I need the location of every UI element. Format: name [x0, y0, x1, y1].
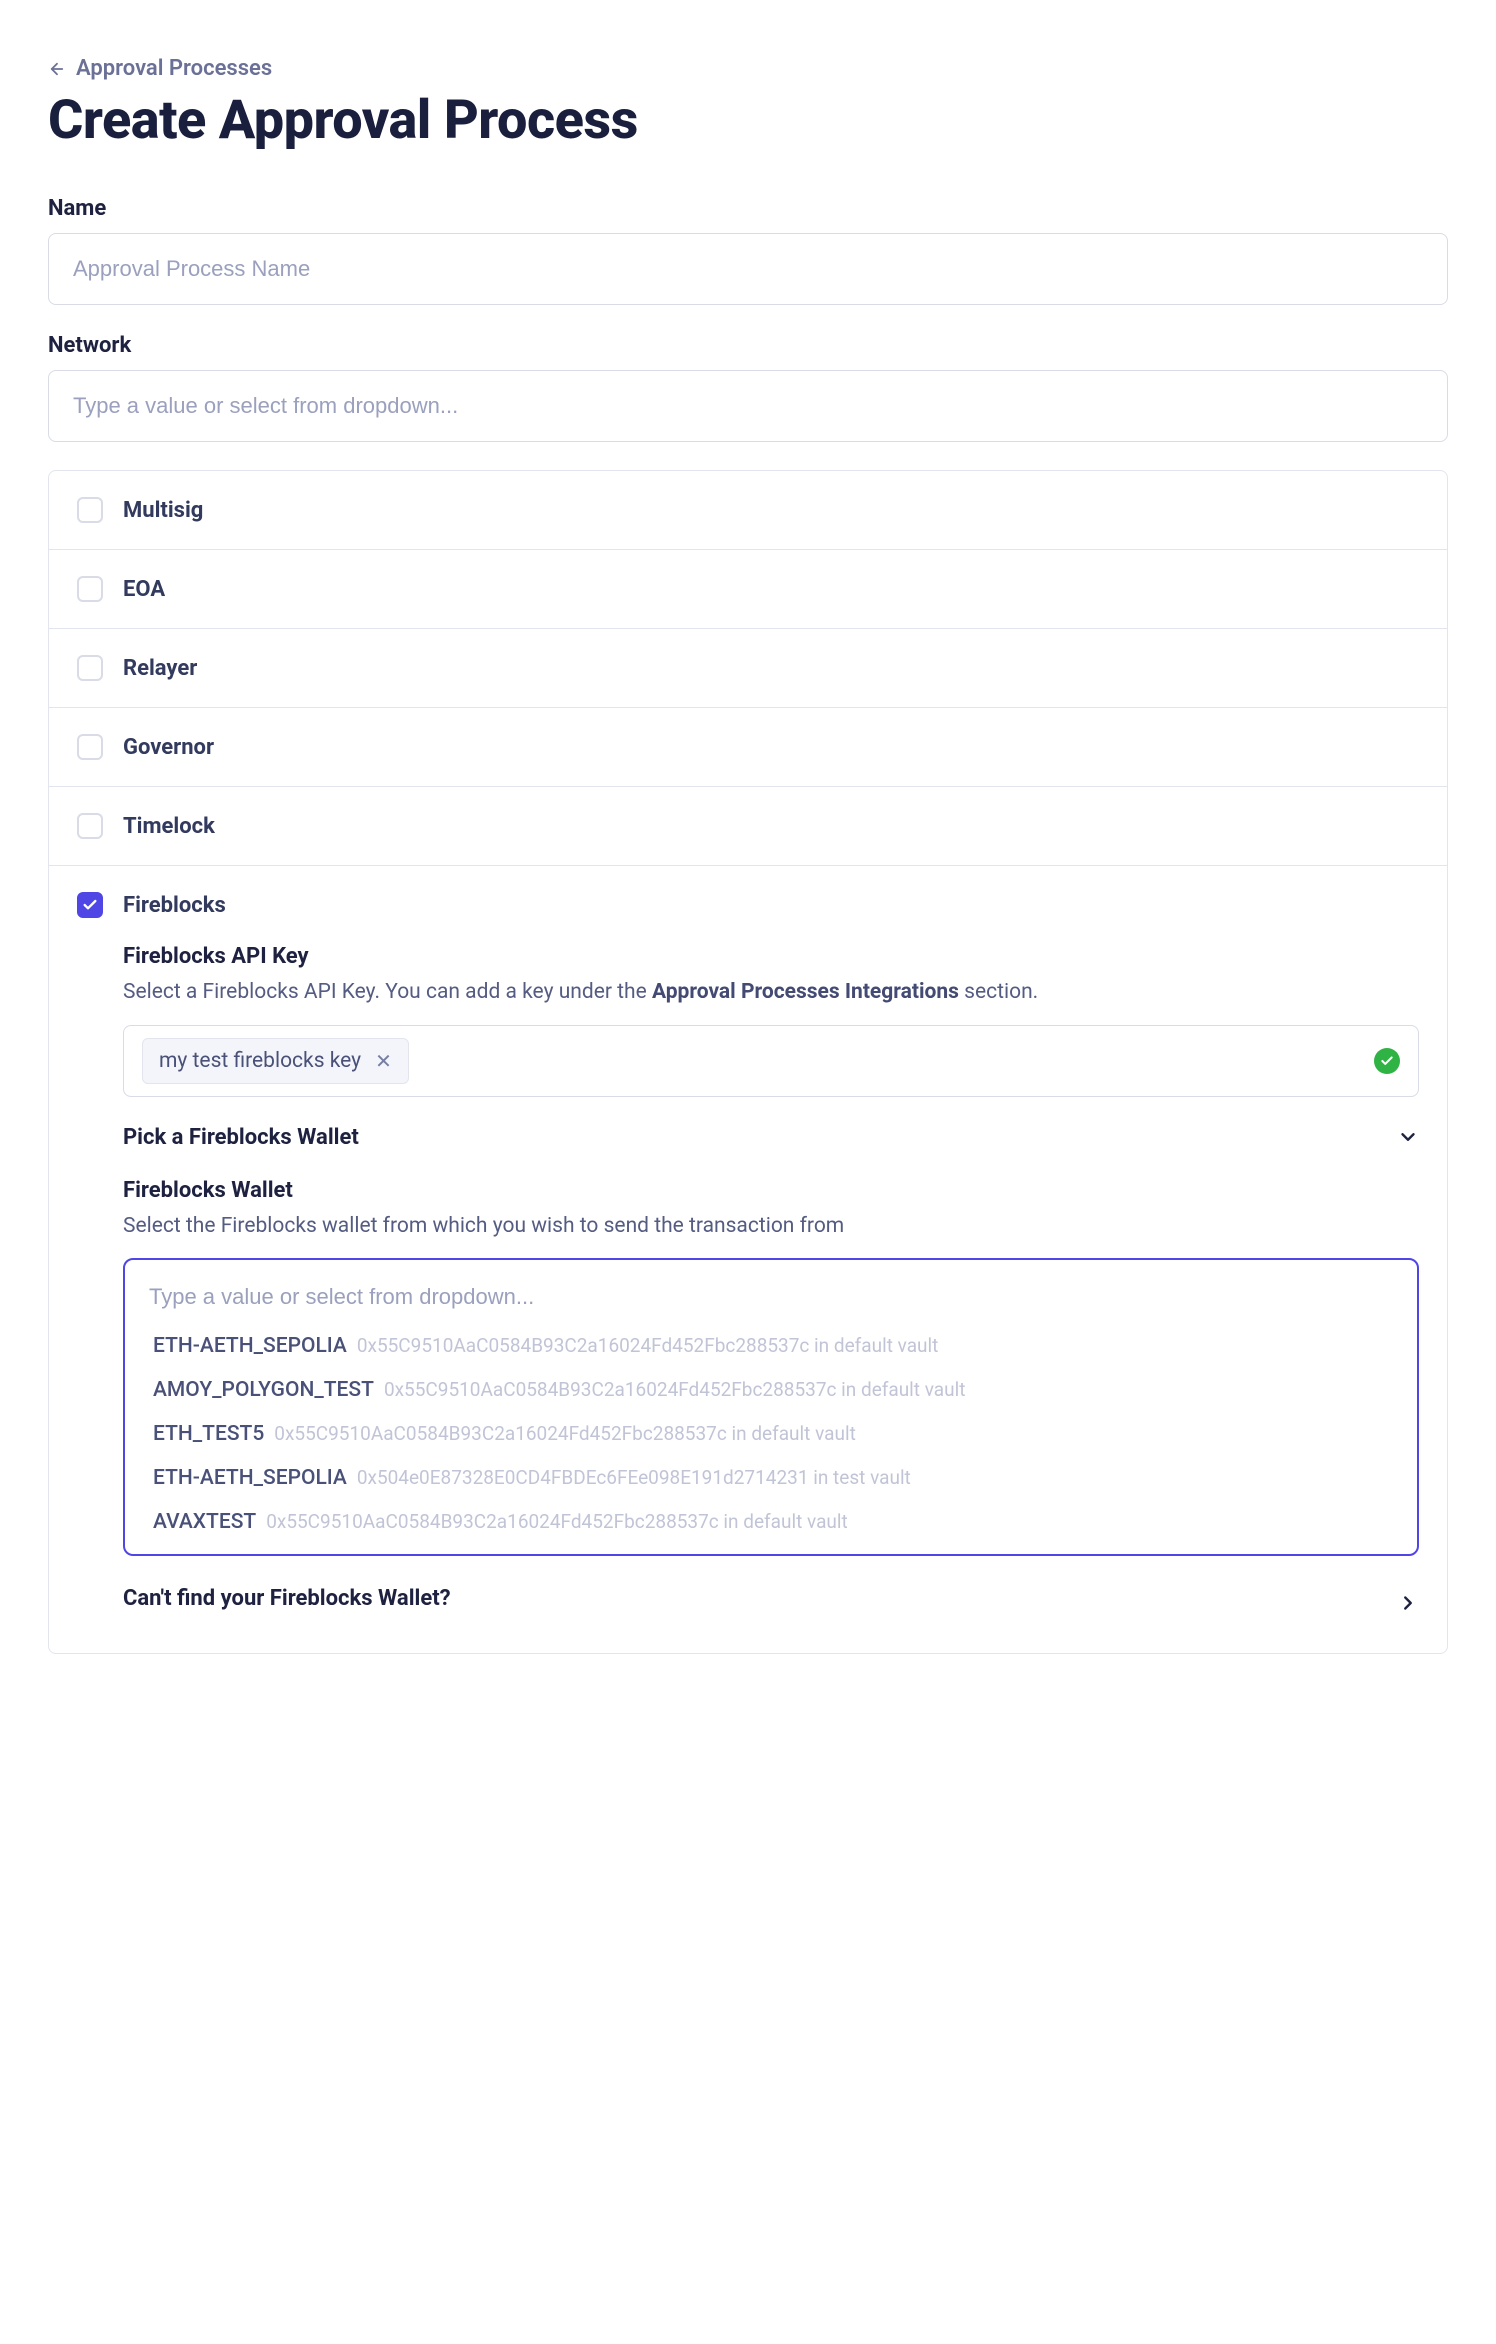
- name-input[interactable]: [48, 233, 1448, 305]
- wallet-option-detail: 0x55C9510AaC0584B93C2a16024Fd452Fbc28853…: [274, 1422, 856, 1445]
- wallet-option[interactable]: ETH-AETH_SEPOLIA 0x55C9510AaC0584B93C2a1…: [125, 1324, 1417, 1368]
- wallet-option[interactable]: AVAXTEST 0x55C9510AaC0584B93C2a16024Fd45…: [125, 1500, 1417, 1544]
- fireblocks-api-key-desc-bold: Approval Processes Integrations: [652, 980, 959, 1004]
- option-fireblocks-section: Fireblocks Fireblocks API Key Select a F…: [49, 866, 1447, 1653]
- option-timelock[interactable]: Timelock: [49, 787, 1447, 866]
- pick-wallet-heading: Pick a Fireblocks Wallet: [123, 1125, 359, 1150]
- cant-find-wallet-label: Can't find your Fireblocks Wallet?: [123, 1586, 451, 1611]
- option-label-multisig: Multisig: [123, 498, 203, 523]
- valid-check-icon: [1374, 1048, 1400, 1074]
- wallet-option-name: AVAXTEST: [153, 1510, 256, 1534]
- breadcrumb-back-link[interactable]: Approval Processes: [48, 56, 272, 81]
- fireblocks-wallet-desc: Select the Fireblocks wallet from which …: [123, 1211, 1419, 1243]
- wallet-option[interactable]: ETH_TEST5 0x55C9510AaC0584B93C2a16024Fd4…: [125, 1412, 1417, 1456]
- option-governor[interactable]: Governor: [49, 708, 1447, 787]
- fireblocks-wallet-heading: Fireblocks Wallet: [123, 1178, 1419, 1203]
- option-fireblocks[interactable]: Fireblocks: [77, 892, 1419, 918]
- checkbox-governor[interactable]: [77, 734, 103, 760]
- chevron-down-icon: [1397, 1126, 1419, 1148]
- checkbox-fireblocks[interactable]: [77, 892, 103, 918]
- page-title: Create Approval Process: [48, 89, 1448, 152]
- fireblocks-wallet-dropdown[interactable]: ETH-AETH_SEPOLIA 0x55C9510AaC0584B93C2a1…: [123, 1258, 1419, 1556]
- breadcrumb-label: Approval Processes: [76, 56, 272, 81]
- wallet-option-detail: 0x55C9510AaC0584B93C2a16024Fd452Fbc28853…: [357, 1334, 939, 1357]
- remove-chip-icon[interactable]: ✕: [375, 1051, 392, 1071]
- fireblocks-api-key-input[interactable]: my test fireblocks key ✕: [123, 1025, 1419, 1097]
- fireblocks-wallet-input[interactable]: [125, 1278, 1417, 1324]
- fireblocks-api-key-desc-suffix: section.: [959, 980, 1038, 1004]
- name-label: Name: [48, 196, 1448, 221]
- wallet-option-name: AMOY_POLYGON_TEST: [153, 1378, 374, 1402]
- wallet-option[interactable]: AMOY_POLYGON_TEST 0x55C9510AaC0584B93C2a…: [125, 1368, 1417, 1412]
- option-eoa[interactable]: EOA: [49, 550, 1447, 629]
- arrow-left-icon: [48, 60, 66, 78]
- option-label-governor: Governor: [123, 735, 214, 760]
- checkbox-multisig[interactable]: [77, 497, 103, 523]
- wallet-option-detail: 0x55C9510AaC0584B93C2a16024Fd452Fbc28853…: [266, 1510, 848, 1533]
- cant-find-wallet-toggle[interactable]: Can't find your Fireblocks Wallet?: [123, 1586, 1419, 1619]
- wallet-option[interactable]: ETH-AETH_SEPOLIA 0x504e0E87328E0CD4FBDEc…: [125, 1456, 1417, 1500]
- option-label-eoa: EOA: [123, 577, 165, 602]
- option-label-timelock: Timelock: [123, 814, 215, 839]
- fireblocks-api-key-desc-prefix: Select a Fireblocks API Key. You can add…: [123, 980, 652, 1004]
- fireblocks-api-key-desc: Select a Fireblocks API Key. You can add…: [123, 977, 1419, 1009]
- wallet-option-detail: 0x504e0E87328E0CD4FBDEc6FEe098E191d27142…: [357, 1466, 911, 1489]
- checkbox-relayer[interactable]: [77, 655, 103, 681]
- option-label-relayer: Relayer: [123, 656, 197, 681]
- wallet-option-name: ETH-AETH_SEPOLIA: [153, 1466, 347, 1490]
- checkbox-eoa[interactable]: [77, 576, 103, 602]
- network-label: Network: [48, 333, 1448, 358]
- approval-type-options: Multisig EOA Relayer Governor Timelock F…: [48, 470, 1448, 1654]
- check-icon: [82, 897, 98, 913]
- api-key-chip-label: my test fireblocks key: [159, 1049, 361, 1073]
- fireblocks-api-key-heading: Fireblocks API Key: [123, 944, 1419, 969]
- option-label-fireblocks: Fireblocks: [123, 893, 226, 918]
- wallet-option-name: ETH_TEST5: [153, 1422, 264, 1446]
- api-key-chip[interactable]: my test fireblocks key ✕: [142, 1038, 409, 1084]
- option-relayer[interactable]: Relayer: [49, 629, 1447, 708]
- checkbox-timelock[interactable]: [77, 813, 103, 839]
- wallet-option-detail: 0x55C9510AaC0584B93C2a16024Fd452Fbc28853…: [384, 1378, 966, 1401]
- wallet-option-name: ETH-AETH_SEPOLIA: [153, 1334, 347, 1358]
- network-input[interactable]: [48, 370, 1448, 442]
- pick-wallet-toggle[interactable]: Pick a Fireblocks Wallet: [123, 1125, 1419, 1150]
- chevron-right-icon: [1397, 1592, 1419, 1614]
- option-multisig[interactable]: Multisig: [49, 471, 1447, 550]
